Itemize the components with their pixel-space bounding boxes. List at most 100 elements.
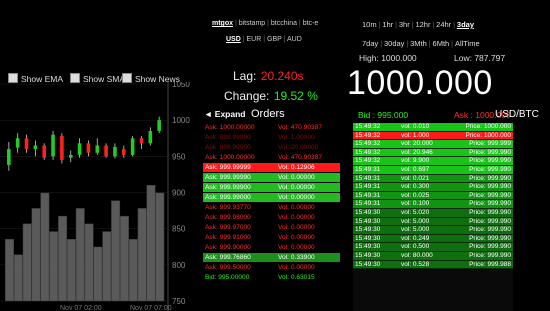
order-price: Ask: 999.99999 xyxy=(205,164,251,171)
candle-body xyxy=(60,136,64,160)
volume-bar xyxy=(66,239,76,302)
order-book: Ask: 1000.00000 Vol: 470.90387 Ask: 999.99… xyxy=(203,123,340,283)
timeframe-3day[interactable]: 3day xyxy=(457,20,474,29)
order-row: Ask: 999.99990 Vol: 0.00000 xyxy=(203,173,340,183)
order-row: Ask: 999.93770 Vol: 0.00000 xyxy=(203,203,340,213)
trade-price: Price: 999.988 xyxy=(469,260,511,268)
timeframe-1hr[interactable]: 1hr xyxy=(382,20,393,29)
high-value: High: 1000.000 xyxy=(359,53,417,63)
trade-time: 15:49:31 xyxy=(355,200,381,208)
trade-time: 15:49:31 xyxy=(355,191,381,199)
currency-usd[interactable]: USD xyxy=(226,36,241,43)
timeframe-alltime[interactable]: AllTime xyxy=(455,39,480,48)
trade-time: 15:49:30 xyxy=(355,234,381,242)
volume-bar xyxy=(58,215,68,302)
order-price: Ask: 999.99900 xyxy=(205,144,251,151)
change-stat: Change: 19.52 % xyxy=(224,87,318,105)
order-row: Ask: 999.90000 Vol: 0.00000 xyxy=(203,243,340,253)
trade-price: Price: 999.990 xyxy=(469,217,511,225)
currency-gbp[interactable]: GBP xyxy=(267,36,282,43)
lag-value: 20.240s xyxy=(260,69,304,83)
exchange-mtgox[interactable]: mtgox xyxy=(212,20,233,27)
candle-body xyxy=(24,138,29,150)
timeframe-10m[interactable]: 10m xyxy=(362,20,377,29)
y-tick-label: 750 xyxy=(172,297,186,306)
trade-row: 15:49:32 vol: 20.946 Price: 999.990 xyxy=(353,148,513,158)
trade-row: 15:49:32 vol: 20.000 Price: 999.999 xyxy=(353,140,513,149)
order-volume: Vol: 0.00000 xyxy=(278,174,315,181)
y-tick-label: 800 xyxy=(172,261,186,270)
timeframe-30day[interactable]: 30day xyxy=(384,39,404,48)
trade-volume: vol: 20.946 xyxy=(401,148,433,156)
volume-bar xyxy=(22,223,32,302)
trade-price: Price: 999.990 xyxy=(469,191,511,199)
trade-volume: vol: 0.697 xyxy=(401,165,430,173)
currency-aud[interactable]: AUD xyxy=(287,36,302,43)
trade-volume: vol: 5.020 xyxy=(401,208,430,216)
exchange-btc-e[interactable]: btc-e xyxy=(303,20,319,27)
order-price: Ask: 1000.00000 xyxy=(205,124,255,131)
volume-bar xyxy=(120,215,129,302)
trade-time: 15:49:30 xyxy=(355,260,381,268)
trade-row: 15:49:30 vol: 0.249 Price: 999.990 xyxy=(353,234,513,244)
timeframe-7day[interactable]: 7day xyxy=(362,39,378,48)
trade-price: Price: 999.990 xyxy=(469,208,511,216)
y-tick-label: 1000 xyxy=(172,116,190,125)
change-label: Change: xyxy=(224,89,270,103)
volume-bar xyxy=(40,192,50,302)
trade-volume: vol: 0.300 xyxy=(401,183,430,191)
order-row: Ask: 999.76860 Vol: 0.33900 xyxy=(203,253,340,263)
timeframe-3mth[interactable]: 3Mth xyxy=(410,39,427,48)
order-price: Ask: 999.97000 xyxy=(205,224,251,231)
last-price: 1000.000 xyxy=(347,64,493,102)
trade-row: 15:49:30 vol: 5.000 Price: 999.990 xyxy=(353,217,513,227)
volume-bar xyxy=(155,192,165,302)
timeframe-6mth[interactable]: 6Mth xyxy=(433,39,450,48)
lag-stat: Lag: 20.240s xyxy=(233,67,304,85)
trade-history-scrollbar[interactable] xyxy=(515,123,525,311)
trade-row: 15:49:31 vol: 0.300 Price: 999.990 xyxy=(353,183,513,192)
currency-eur[interactable]: EUR xyxy=(247,36,262,43)
candle-body xyxy=(148,131,153,144)
volume-bar xyxy=(5,239,14,302)
candlestick-chart[interactable]: 1050 1000 950 900 850 800 750 Nov 07 02:00 Nov 0… xyxy=(0,82,200,311)
trade-time: 15:49:30 xyxy=(355,208,381,216)
order-row: Ask: 1000.00000 Vol: 470.90387 xyxy=(203,153,340,163)
order-row: Ask: 999.99990 Vol: 1.00000 xyxy=(203,133,340,143)
exchange-btcchina[interactable]: btcchina xyxy=(271,20,297,27)
exchange-bitstamp[interactable]: bitstamp xyxy=(239,20,265,27)
order-row: Ask: 999.99900 Vol: 0.00000 xyxy=(203,183,340,193)
candle-body xyxy=(33,145,38,150)
order-volume: Vol: 0.00000 xyxy=(278,184,315,191)
trade-row: 15:49:31 vol: 0.697 Price: 999.990 xyxy=(353,165,513,175)
order-price: Ask: 999.99900 xyxy=(205,184,251,191)
order-volume: Vol: 0.00000 xyxy=(278,264,315,271)
volume-bar xyxy=(49,231,59,302)
timeframe-row-2: 7day | 30day | 3Mth | 6Mth | AllTime xyxy=(362,33,480,51)
candle-body xyxy=(86,143,91,153)
order-row: Bid: 995.00000 Vol: 0.63015 xyxy=(203,273,340,283)
order-volume: Vol: 0.12906 xyxy=(278,164,315,171)
order-volume: Vol: 470.90387 xyxy=(278,124,322,131)
timeframe-3hr[interactable]: 3hr xyxy=(399,20,410,29)
candle-body xyxy=(7,149,11,166)
bid-price: Bid : 995.000 xyxy=(358,110,409,120)
order-price: Ask: 999.76860 xyxy=(205,254,251,261)
trade-row: 15:49:32 vol: 9.900 Price: 999.990 xyxy=(353,157,513,166)
candle-body xyxy=(95,145,100,153)
timeframe-24hr[interactable]: 24hr xyxy=(436,20,451,29)
timeframe-12hr[interactable]: 12hr xyxy=(415,20,430,29)
order-price: Ask: 999.99000 xyxy=(205,194,251,201)
trade-time: 15:49:30 xyxy=(355,226,381,234)
order-volume: Vol: 0.63015 xyxy=(278,274,315,281)
candle-body xyxy=(113,146,117,157)
trade-price: Price: 1000.000 xyxy=(465,131,511,139)
change-value: 19.52 % xyxy=(273,89,318,103)
expand-orders-button[interactable]: ◄ Expand xyxy=(204,109,245,119)
order-volume: Vol: 0.00000 xyxy=(278,194,315,201)
volume-bar xyxy=(75,208,85,302)
trade-price: Price: 999.990 xyxy=(469,234,511,242)
order-price: Ask: 999.99990 xyxy=(205,134,251,141)
order-row: Ask: 999.50000 Vol: 0.00000 xyxy=(203,263,340,273)
trade-volume: vol: 0.249 xyxy=(401,234,430,242)
